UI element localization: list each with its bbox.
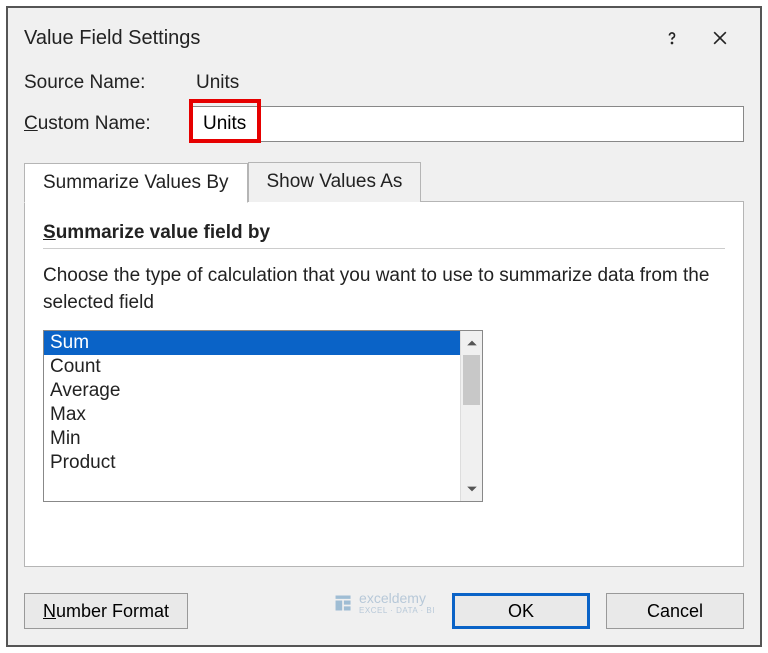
scroll-track[interactable] [461,355,482,477]
close-button[interactable] [696,20,744,56]
source-name-value: Units [192,72,239,94]
cancel-button[interactable]: Cancel [606,593,744,629]
tab-summarize-values-by[interactable]: Summarize Values By [24,163,248,203]
list-item[interactable]: Min [44,427,460,451]
custom-name-input[interactable] [192,106,744,142]
scroll-thumb[interactable] [463,355,480,405]
dialog-footer: Number Format OK Cancel [8,579,760,645]
divider [43,248,725,249]
list-item[interactable]: Max [44,403,460,427]
tabpanel-summarize: Summarize value field by Choose the type… [24,201,744,567]
help-button[interactable] [648,20,696,56]
dialog-content: Source Name: Units Custom Name: Summariz… [8,72,760,579]
tab-show-values-as[interactable]: Show Values As [248,162,422,202]
custom-name-label: Custom Name: [24,113,192,135]
titlebar: Value Field Settings [8,8,760,72]
listbox-items: Sum Count Average Max Min Product [44,331,460,501]
dialog-title: Value Field Settings [24,27,648,50]
custom-name-row: Custom Name: [24,106,744,142]
section-heading: Summarize value field by [43,222,725,244]
list-item[interactable]: Product [44,451,460,475]
tabs-area: Summarize Values By Show Values As Summa… [24,162,744,567]
ok-button[interactable]: OK [452,593,590,629]
scroll-down-button[interactable] [461,477,482,501]
value-field-settings-dialog: Value Field Settings Source Name: Units … [6,6,762,647]
tabstrip: Summarize Values By Show Values As [24,162,744,202]
list-item[interactable]: Count [44,355,460,379]
number-format-button[interactable]: Number Format [24,593,188,629]
section-description: Choose the type of calculation that you … [43,263,725,316]
list-item[interactable]: Sum [44,331,460,355]
listbox-scrollbar[interactable] [460,331,482,501]
source-name-row: Source Name: Units [24,72,744,94]
source-name-label: Source Name: [24,72,192,94]
list-item[interactable]: Average [44,379,460,403]
scroll-up-button[interactable] [461,331,482,355]
calculation-listbox[interactable]: Sum Count Average Max Min Product [43,330,483,502]
